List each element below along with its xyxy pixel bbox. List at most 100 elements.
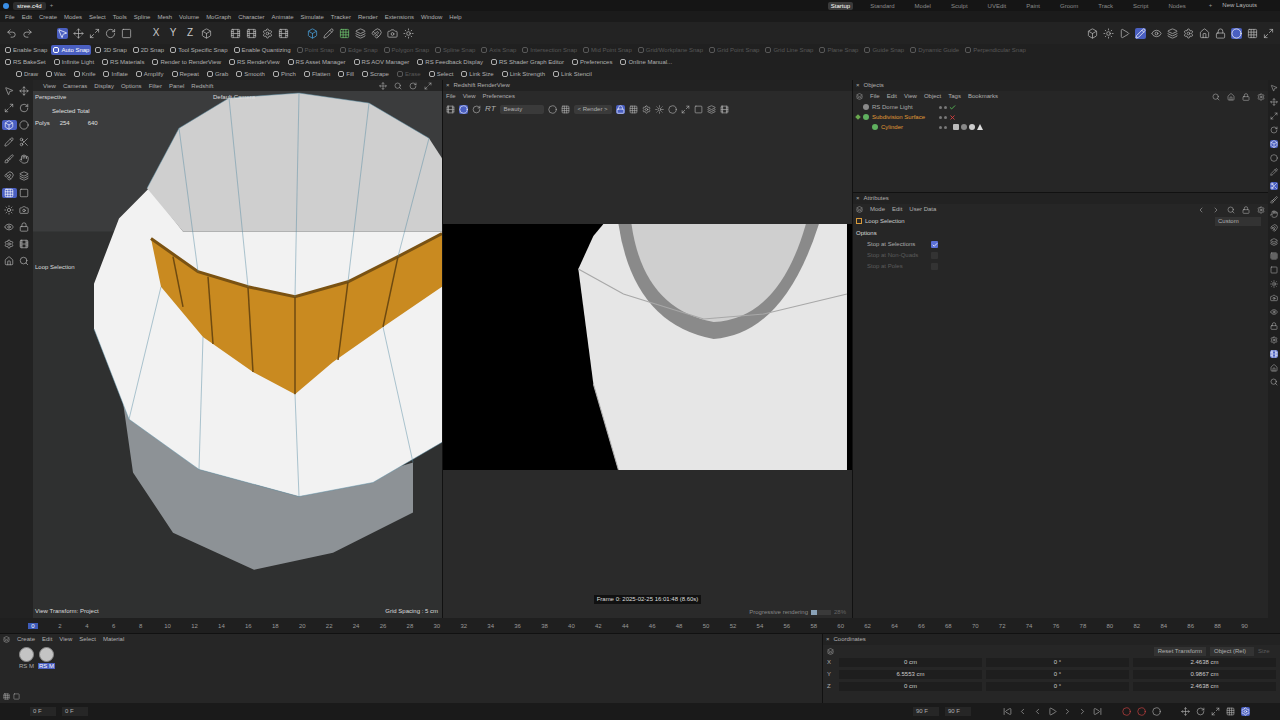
grid-view-icon[interactable] <box>3 693 10 700</box>
sculpt-brush[interactable]: Draw <box>14 69 40 79</box>
timeline-tick[interactable]: 32 <box>459 623 469 629</box>
settings-icon[interactable] <box>1257 206 1265 214</box>
rotation-field[interactable]: 0 ° <box>986 658 1129 667</box>
snap-toggle[interactable]: Polygon Snap <box>382 45 431 55</box>
lock-icon[interactable] <box>616 105 625 114</box>
object-row[interactable]: RS Dome Light <box>853 102 1268 112</box>
snap-toggle[interactable]: Edge Snap <box>338 45 380 55</box>
timeline-tick[interactable]: 28 <box>405 623 415 629</box>
sculpt-brush[interactable]: Pinch <box>271 69 298 79</box>
palette-tool-icon[interactable] <box>2 188 17 198</box>
auto-key-icon[interactable] <box>1137 707 1146 716</box>
menu-icon[interactable] <box>827 648 834 655</box>
visibility-dot-icon[interactable] <box>939 116 942 119</box>
snap-toggle[interactable]: Plane Snap <box>817 45 860 55</box>
new-tab-button[interactable]: + <box>50 1 54 10</box>
visibility-dot-icon[interactable] <box>944 106 947 109</box>
option-row[interactable]: Stop at Selections <box>853 239 1268 250</box>
timeline-tick[interactable]: 30 <box>432 623 442 629</box>
position-field[interactable]: 6.5553 cm <box>839 670 982 679</box>
rs-fit-icon[interactable] <box>1263 28 1274 39</box>
sculpt-brush[interactable]: Erase <box>395 69 423 79</box>
material-menu-item[interactable]: Edit <box>42 635 52 644</box>
viewport-menu-item[interactable]: Panel <box>169 83 184 89</box>
material-menu-item[interactable]: Select <box>79 635 96 644</box>
snap-toggle[interactable]: Tool Specific Snap <box>168 45 229 55</box>
side-tool-icon[interactable] <box>1270 322 1278 330</box>
sculpt-brush[interactable]: Smooth <box>234 69 267 79</box>
side-tool-icon[interactable] <box>1270 350 1278 358</box>
viewport-canvas[interactable]: PerspectiveDefault CameraSelected TotalP… <box>33 91 442 618</box>
zoom-icon[interactable] <box>394 82 402 90</box>
list-view-icon[interactable] <box>13 693 20 700</box>
render-queue-icon[interactable] <box>278 28 289 39</box>
save-icon[interactable] <box>720 105 729 114</box>
timeline-tick[interactable]: 36 <box>513 623 523 629</box>
side-tool-icon[interactable] <box>1270 378 1278 386</box>
menu-item[interactable]: Tools <box>113 14 127 20</box>
rs-settings-icon[interactable] <box>1183 28 1194 39</box>
side-tool-icon[interactable] <box>1270 308 1278 316</box>
layout-tab[interactable]: Nodes <box>1165 2 1188 10</box>
menu-icon[interactable] <box>3 636 10 643</box>
menu-item[interactable]: Animate <box>271 14 293 20</box>
option-row[interactable]: Stop at Poles <box>853 261 1268 272</box>
size-mode-dropdown[interactable]: Size <box>1258 647 1276 656</box>
layers-icon[interactable] <box>707 105 716 114</box>
previous-key-icon[interactable] <box>1018 707 1027 716</box>
timeline-tick[interactable]: 68 <box>943 623 953 629</box>
timeline-tick[interactable]: 82 <box>1132 623 1142 629</box>
material-tag-icon[interactable] <box>961 124 967 130</box>
timeline-tick[interactable]: 52 <box>728 623 738 629</box>
menu-item[interactable]: Window <box>421 14 442 20</box>
redshift-button[interactable]: RS Materials <box>100 57 146 67</box>
forward-icon[interactable] <box>1212 206 1220 214</box>
object-row[interactable]: Cylinder <box>853 122 1268 132</box>
position-field[interactable]: 0 cm <box>839 682 982 691</box>
layout-tab[interactable]: UVEdit <box>985 2 1010 10</box>
side-tool-icon[interactable] <box>1270 182 1278 190</box>
material-swatch[interactable]: RS M <box>38 647 55 669</box>
previous-frame-icon[interactable] <box>1033 707 1042 716</box>
timeline-tick[interactable]: 78 <box>1078 623 1088 629</box>
palette-tool-icon[interactable] <box>17 256 32 266</box>
sculpt-brush[interactable]: Knife <box>72 69 98 79</box>
settings-icon[interactable] <box>1257 93 1265 101</box>
palette-tool-icon[interactable] <box>17 239 32 249</box>
search-icon[interactable] <box>1227 206 1235 214</box>
side-tool-icon[interactable] <box>1270 210 1278 218</box>
orbit-icon[interactable] <box>409 82 417 90</box>
redshift-button[interactable]: RS RenderView <box>227 57 282 67</box>
pan-icon[interactable] <box>379 82 387 90</box>
palette-tool-icon[interactable] <box>2 222 17 232</box>
sculpt-brush[interactable]: Scrape <box>360 69 391 79</box>
side-tool-icon[interactable] <box>1270 238 1278 246</box>
viewport-menu-item[interactable]: Filter <box>149 83 162 89</box>
viewport-menu-item[interactable]: View <box>43 83 56 89</box>
timeline-tick[interactable]: 84 <box>1159 623 1169 629</box>
tag-icon[interactable] <box>977 124 983 130</box>
visibility-dot-icon[interactable] <box>939 106 942 109</box>
rt-toggle[interactable]: RT <box>485 103 496 115</box>
render-menu-item[interactable]: File <box>446 92 456 101</box>
snap-toggle[interactable]: Auto Snap <box>51 45 91 55</box>
timeline-tick[interactable]: 4 <box>82 623 92 629</box>
key-grid-icon[interactable] <box>1226 707 1235 716</box>
render-menu-item[interactable]: View <box>463 92 476 101</box>
snap-toggle[interactable]: Mid Point Snap <box>581 45 634 55</box>
rs-grid-icon[interactable] <box>1247 28 1258 39</box>
close-button[interactable]: × <box>446 81 450 90</box>
layout-tab[interactable]: Paint <box>1023 2 1043 10</box>
sculpt-brush[interactable]: Amplify <box>134 69 166 79</box>
menu-item[interactable]: Tracker <box>331 14 351 20</box>
viewport-menu-item[interactable]: Display <box>94 83 114 89</box>
layout-tab[interactable]: Groom <box>1057 2 1081 10</box>
palette-tool-icon[interactable] <box>2 171 17 181</box>
preset-dropdown[interactable]: Custom <box>1215 217 1261 226</box>
circle-icon[interactable] <box>668 105 677 114</box>
redo-icon[interactable] <box>22 28 33 39</box>
timeline-tick[interactable]: 44 <box>620 623 630 629</box>
snap-toggle[interactable]: Grid Point Snap <box>707 45 761 55</box>
size-field[interactable]: 2.4638 cm <box>1133 658 1276 667</box>
side-tool-icon[interactable] <box>1270 154 1278 162</box>
